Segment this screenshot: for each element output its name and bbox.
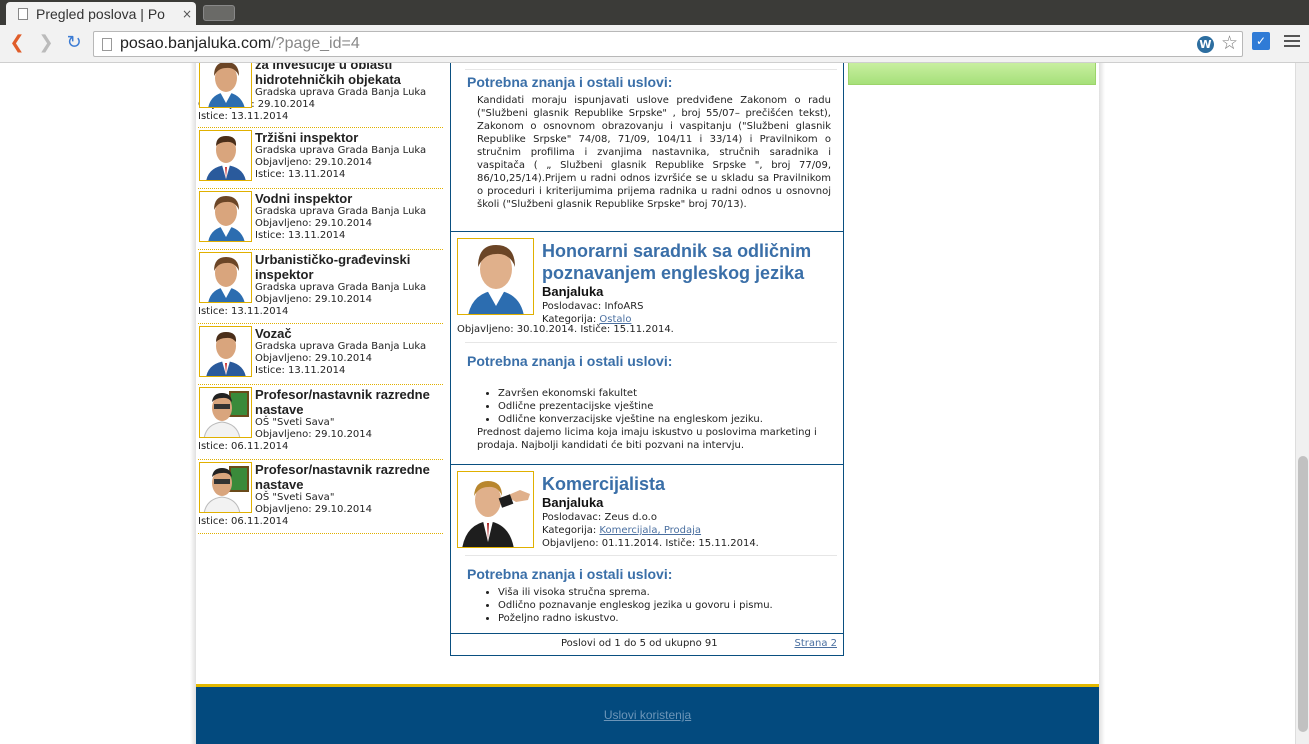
sidebar-job-title[interactable]: Profesor/nastavnik razredne nastave [255, 387, 443, 417]
sidebar-green-box [848, 63, 1096, 85]
list-item: Završen ekonomski fakultet [498, 387, 837, 400]
sidebar-job-title[interactable]: Profesor/nastavnik razredne nastave [255, 462, 443, 492]
tab-bar: Pregled poslova | Po × [0, 0, 1309, 25]
job-city: Banjaluka [542, 284, 604, 299]
sidebar-job-expires: Istice: 06.11.2014 [198, 441, 289, 452]
sidebar-job-expires: Istice: 06.11.2014 [198, 516, 289, 527]
list-item: Viša ili visoka stručna sprema. [498, 586, 837, 599]
job-requirements-block: Potrebna znanja i ostali uslovi: Kandida… [451, 63, 843, 232]
sidebar-job-published: Objavljeno: 29.10.2014 [255, 429, 373, 440]
category-link[interactable]: Komercijala, Prodaja [599, 525, 701, 536]
requirements-list: Završen ekonomski fakultet Odlične preze… [498, 387, 837, 426]
new-tab-button[interactable] [203, 5, 235, 21]
sidebar-job-published: Objavljeno: 29.10.2014 [255, 353, 373, 364]
requirements-heading: Potrebna znanja i ostali uslovi: [467, 566, 673, 582]
sidebar-job-item[interactable]: Urbanističko-građevinski inspektor Grads… [198, 250, 443, 324]
page-icon [102, 37, 112, 51]
url-host: posao.banjaluka.com [120, 35, 272, 52]
page-scrollbar[interactable] [1295, 63, 1309, 744]
sidebar-job-item[interactable]: Profesor/nastavnik razredne nastave OŠ "… [198, 385, 443, 460]
sidebar-job-list: za investicije u oblasti hidrotehničkih … [198, 63, 443, 534]
sidebar-job-expires: Istice: 13.11.2014 [255, 230, 346, 241]
url-path: /?page_id=4 [271, 35, 360, 52]
woman-avatar-icon [457, 238, 534, 315]
sidebar-job-expires: Istice: 13.11.2014 [255, 169, 346, 180]
job-employer: Poslodavac: InfoARS [542, 301, 644, 312]
woman-avatar-icon [199, 63, 252, 108]
sidebar-job-employer: Gradska uprava Grada Banja Luka [255, 87, 427, 98]
list-item: Poželjno radno iskustvo. [498, 612, 837, 625]
requirements-heading: Potrebna znanja i ostali uslovi: [467, 74, 673, 90]
sidebar-job-expires: Istice: 13.11.2014 [255, 365, 346, 376]
terms-link[interactable]: Uslovi koristenja [196, 708, 1099, 722]
sidebar-job-employer: Gradska uprava Grada Banja Luka [255, 341, 427, 352]
job-city: Banjaluka [542, 495, 604, 510]
requirements-heading: Potrebna znanja i ostali uslovi: [467, 353, 673, 369]
sidebar-job-employer: Gradska uprava Grada Banja Luka [255, 282, 427, 293]
job-listing-panel: Potrebna znanja i ostali uslovi: Kandida… [450, 63, 844, 656]
list-item: Odlične konverzacijske vještine na engle… [498, 413, 837, 426]
job-card: Komercijalista Banjaluka Poslodavac: Zeu… [451, 465, 843, 634]
back-arrow-icon[interactable]: ❮ [5, 31, 29, 55]
sidebar-job-title[interactable]: Vozač [255, 326, 443, 341]
browser-tab[interactable]: Pregled poslova | Po × [6, 2, 196, 25]
businessman-avatar-icon [457, 471, 534, 548]
job-card: Honorarni saradnik sa odličnim poznavanj… [451, 232, 843, 465]
sidebar-job-published: Objavljeno: 29.10.2014 [255, 504, 373, 515]
man-avatar-icon [199, 326, 252, 377]
scrollbar-thumb[interactable] [1298, 456, 1308, 732]
forward-arrow-icon[interactable]: ❯ [34, 31, 58, 55]
sidebar-job-expires: Istice: 13.11.2014 [198, 306, 289, 317]
sidebar-job-title[interactable]: za investicije u oblasti hidrotehničkih … [255, 63, 443, 87]
pagination-summary: Poslovi od 1 do 5 od ukupno 91 [561, 638, 718, 649]
sidebar-job-item[interactable]: Vodni inspektor Gradska uprava Grada Ban… [198, 189, 443, 250]
sidebar-job-title[interactable]: Vodni inspektor [255, 191, 443, 206]
woman-avatar-icon [199, 191, 252, 242]
sidebar-job-employer: Gradska uprava Grada Banja Luka [255, 206, 427, 217]
pagination: Poslovi od 1 do 5 od ukupno 91 Strana 2 [451, 634, 843, 655]
job-category: Kategorija: Komercijala, Prodaja [542, 525, 702, 536]
sidebar-job-item[interactable]: za investicije u oblasti hidrotehničkih … [198, 63, 443, 128]
job-dates: Objavljeno: 01.11.2014. Ističe: 15.11.20… [542, 538, 759, 549]
woman-avatar-icon [199, 252, 252, 303]
sidebar-job-item[interactable]: Tržišni inspektor Gradska uprava Grada B… [198, 128, 443, 189]
requirements-list: Viša ili visoka stručna sprema. Odlično … [498, 586, 837, 625]
job-employer: Poslodavac: Zeus d.o.o [542, 512, 657, 523]
page-icon [18, 7, 28, 20]
teacher-avatar-icon [199, 462, 252, 513]
job-dates: Objavljeno: 30.10.2014. Ističe: 15.11.20… [457, 324, 674, 335]
sidebar-job-employer: Gradska uprava Grada Banja Luka [255, 145, 427, 156]
sidebar-job-published: Objavljeno: 29.10.2014 [255, 218, 373, 229]
address-bar[interactable]: posao.banjaluka.com/?page_id=4 W ☆ [93, 31, 1243, 57]
teacher-avatar-icon [199, 387, 252, 438]
menu-icon[interactable] [1284, 32, 1300, 48]
sidebar-job-employer: OŠ "Sveti Sava" [255, 492, 335, 503]
sidebar-job-published: Objavljeno: 29.10.2014 [255, 157, 373, 168]
list-item: Odlično poznavanje engleskog jezika u go… [498, 599, 837, 612]
requirements-note: Prednost dajemo licima koja imaju iskust… [477, 427, 817, 451]
sidebar-job-title[interactable]: Urbanističko-građevinski inspektor [255, 252, 443, 282]
wordpress-icon[interactable]: W [1197, 36, 1214, 53]
sidebar-job-expires: Istice: 13.11.2014 [198, 111, 289, 122]
browser-toolbar: ❮ ❯ ↻ posao.banjaluka.com/?page_id=4 W ☆… [0, 25, 1309, 63]
man-avatar-icon [199, 130, 252, 181]
sidebar-job-employer: OŠ "Sveti Sava" [255, 417, 335, 428]
job-title-link[interactable]: Honorarni saradnik sa odličnim poznavanj… [542, 240, 837, 284]
sidebar-job-item[interactable]: Profesor/nastavnik razredne nastave OŠ "… [198, 460, 443, 534]
reload-icon[interactable]: ↻ [62, 31, 86, 55]
bookmark-star-icon[interactable]: ☆ [1221, 32, 1238, 54]
footer: Uslovi koristenja [196, 687, 1099, 744]
extension-icon[interactable]: ✓ [1252, 32, 1270, 50]
sidebar-job-item[interactable]: Vozač Gradska uprava Grada Banja Luka Ob… [198, 324, 443, 385]
requirements-text: Kandidati moraju ispunjavati uslove pred… [477, 95, 831, 210]
sidebar-job-title[interactable]: Tržišni inspektor [255, 130, 443, 145]
sidebar-job-published: Objavljeno: 29.10.2014 [255, 294, 373, 305]
next-page-link[interactable]: Strana 2 [794, 638, 837, 649]
job-title-link[interactable]: Komercijalista [542, 473, 837, 495]
close-icon[interactable]: × [182, 7, 192, 21]
list-item: Odlične prezentacijske vještine [498, 400, 837, 413]
tab-title: Pregled poslova | Po [36, 5, 165, 22]
page-viewport: za investicije u oblasti hidrotehničkih … [0, 63, 1295, 744]
